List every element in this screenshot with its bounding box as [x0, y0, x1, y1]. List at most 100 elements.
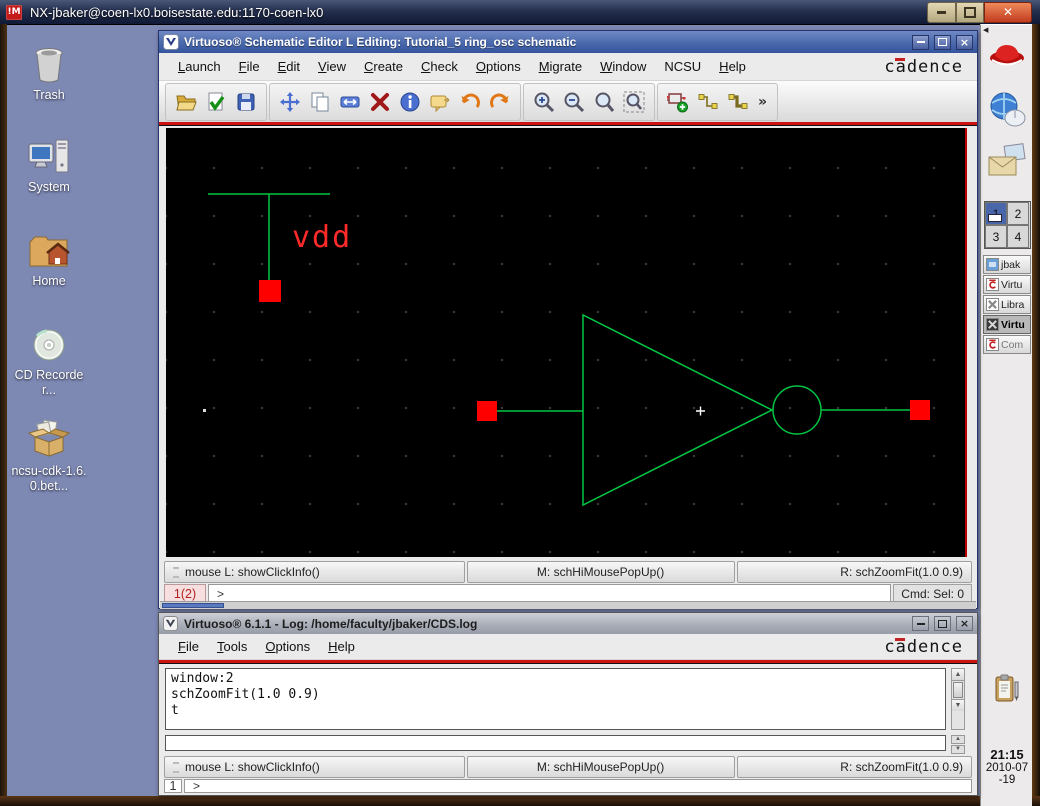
zoom-out-button[interactable]	[560, 88, 588, 116]
schematic-close-button[interactable]: ×	[956, 34, 973, 50]
menu-view[interactable]: View	[309, 56, 355, 77]
descend-button[interactable]	[426, 88, 454, 116]
schematic-toolbar: »	[159, 81, 977, 122]
undo-button[interactable]	[456, 88, 484, 116]
nx-window-titlebar[interactable]: !M NX-jbaker@coen-lx0.boisestate.edu:117…	[0, 0, 1040, 25]
log-close-button[interactable]: ×	[956, 616, 973, 631]
menu-create[interactable]: Create	[355, 56, 412, 77]
notes-applet-button[interactable]	[993, 673, 1021, 708]
menu-file[interactable]: File	[169, 636, 208, 657]
nx-minimize-button[interactable]	[927, 2, 956, 23]
check-and-save-button[interactable]	[202, 88, 230, 116]
inverter-triangle	[582, 313, 774, 507]
menu-tools[interactable]: Tools	[208, 636, 256, 657]
create-instance-button[interactable]	[664, 88, 692, 116]
menu-help[interactable]: Help	[710, 56, 755, 77]
copy-button[interactable]	[306, 88, 334, 116]
delete-x-icon	[371, 92, 389, 111]
vscroll-thumb[interactable]	[953, 682, 963, 698]
clock-time: 21:15	[990, 747, 1024, 762]
mouse-right-binding: R: schZoomFit(1.0 0.9)	[736, 561, 972, 583]
menu-options[interactable]: Options	[256, 636, 319, 657]
open-button[interactable]	[172, 88, 200, 116]
menu-help[interactable]: Help	[319, 636, 364, 657]
stretch-button[interactable]	[336, 88, 364, 116]
nx-maximize-button[interactable]	[956, 2, 984, 23]
copy-icon	[311, 92, 329, 111]
scroll-up-icon[interactable]: ▲	[952, 669, 964, 681]
window-list-item-virtuoso[interactable]: Virtu	[983, 275, 1031, 294]
properties-button[interactable]	[396, 88, 424, 116]
spin-up-icon[interactable]: ▲	[951, 735, 965, 744]
window-list-item-terminal[interactable]: jbak	[983, 255, 1031, 274]
menu-edit[interactable]: Edit	[269, 56, 309, 77]
cadence-icon	[986, 278, 999, 291]
menu-launch[interactable]: Launch	[169, 56, 230, 77]
workspace-3[interactable]: 3	[985, 225, 1007, 248]
desktop-icon-cd-recorder[interactable]: CD Recorder...	[8, 326, 90, 398]
origin-marker	[203, 409, 206, 412]
create-wide-wire-button[interactable]	[724, 88, 752, 116]
log-statusbar: mouse L: showClickInfo() M: schHiMousePo…	[164, 756, 972, 778]
log-input-field[interactable]	[165, 735, 946, 751]
workspace-2[interactable]: 2	[1007, 202, 1029, 225]
window-list-item-virtuoso-active[interactable]: Virtu	[983, 315, 1031, 334]
create-narrow-wire-button[interactable]	[694, 88, 722, 116]
workspace-4[interactable]: 4	[1007, 225, 1029, 248]
schematic-minimize-button[interactable]	[912, 34, 929, 50]
desktop-icon-home[interactable]: Home	[8, 230, 90, 289]
desktop-icon-label: System	[28, 180, 70, 194]
desktop-icon-trash[interactable]: Trash	[8, 42, 90, 103]
schematic-window-title: Virtuoso® Schematic Editor L Editing: Tu…	[184, 35, 577, 49]
schematic-hscrollbar[interactable]	[160, 601, 976, 609]
menu-check[interactable]: Check	[412, 56, 467, 77]
log-line: t	[171, 703, 179, 718]
hscroll-thumb[interactable]	[162, 603, 224, 608]
log-line: window:2	[171, 671, 234, 686]
log-titlebar[interactable]: Virtuoso® 6.1.1 - Log: /home/faculty/jba…	[159, 613, 977, 634]
log-menubar: File Tools Options Help cadence	[159, 634, 977, 660]
desktop-icon-ncsu-cdk[interactable]: ncsu-cdk-1.6.0.bet...	[8, 418, 90, 494]
email-button[interactable]	[986, 143, 1028, 184]
log-input-spinner[interactable]: ▲ ▼	[951, 735, 965, 754]
nx-close-button[interactable]: ✕	[984, 2, 1032, 23]
zoom-in-icon	[534, 92, 555, 112]
schematic-canvas[interactable]: vdd	[166, 128, 967, 557]
schematic-maximize-button[interactable]	[934, 34, 951, 50]
mouse-right-binding: R: schZoomFit(1.0 0.9)	[736, 756, 972, 778]
menu-file[interactable]: File	[230, 56, 269, 77]
zoom-icon	[595, 92, 615, 112]
mouse-left-binding: mouse L: showClickInfo()	[164, 561, 465, 583]
save-button[interactable]	[232, 88, 260, 116]
instance-icon	[667, 92, 688, 112]
log-vscrollbar[interactable]: ▲ ▼	[951, 668, 965, 730]
toolbar-overflow-button[interactable]: »	[754, 95, 771, 109]
library-manager-icon	[986, 298, 999, 311]
window-list-item-library[interactable]: Libra	[983, 295, 1031, 314]
menu-ncsu[interactable]: NCSU	[655, 56, 710, 77]
zoom-button[interactable]	[590, 88, 618, 116]
scroll-down-icon[interactable]: ▼	[952, 699, 964, 711]
panel-hide-arrow-icon[interactable]: ◀	[983, 26, 988, 34]
log-minimize-button[interactable]	[912, 616, 929, 631]
delete-button[interactable]	[366, 88, 394, 116]
log-command-input[interactable]: >	[184, 779, 972, 793]
desktop-icon-label: CD Recorder...	[14, 368, 84, 397]
clock-applet[interactable]: 21:15 2010-07 -19	[981, 747, 1033, 786]
menu-migrate[interactable]: Migrate	[530, 56, 591, 77]
move-button[interactable]	[276, 88, 304, 116]
spin-down-icon[interactable]: ▼	[951, 745, 965, 754]
desktop-icon-system[interactable]: System	[8, 136, 90, 195]
web-browser-button[interactable]	[987, 91, 1027, 134]
redo-button[interactable]	[486, 88, 514, 116]
zoom-in-button[interactable]	[530, 88, 558, 116]
menu-window[interactable]: Window	[591, 56, 655, 77]
main-menu-redhat-button[interactable]	[987, 39, 1027, 78]
log-window-title: Virtuoso® 6.1.1 - Log: /home/faculty/jba…	[184, 616, 478, 631]
zoom-fit-button[interactable]	[620, 88, 648, 116]
workspace-1[interactable]: 1	[985, 202, 1007, 225]
log-maximize-button[interactable]	[934, 616, 951, 631]
schematic-titlebar[interactable]: Virtuoso® Schematic Editor L Editing: Tu…	[159, 31, 977, 53]
window-list-item-command[interactable]: Com	[983, 335, 1031, 354]
menu-options[interactable]: Options	[467, 56, 530, 77]
